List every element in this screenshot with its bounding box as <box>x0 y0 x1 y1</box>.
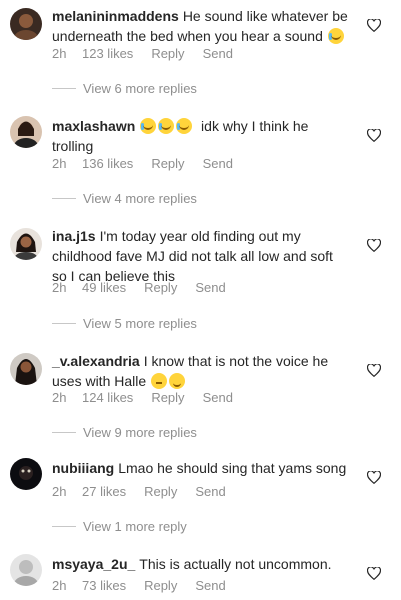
comment-text: nubiiiang Lmao he should sing that yams s… <box>52 458 348 478</box>
avatar[interactable] <box>10 353 42 385</box>
crying-laughing-emoji-icon <box>176 118 193 134</box>
send-button[interactable]: Send <box>195 484 225 499</box>
comment-text: melanininmaddens He sound like whatever b… <box>52 6 348 46</box>
send-button[interactable]: Send <box>203 156 233 171</box>
heart-icon[interactable] <box>367 239 381 252</box>
comment-likes[interactable]: 136 likes <box>82 156 133 171</box>
view-more-replies-label: View 9 more replies <box>83 425 197 440</box>
comment-time: 2h <box>52 484 67 499</box>
view-more-replies-label: View 5 more replies <box>83 316 197 331</box>
comment-meta: 2h 49 likes Reply Send <box>52 280 226 295</box>
comment-time: 2h <box>52 46 67 61</box>
avatar[interactable] <box>10 228 42 260</box>
comment-text: msyaya_2u_ This is actually not uncommon. <box>52 554 348 574</box>
comment-username[interactable]: ina.j1s <box>52 228 96 244</box>
divider <box>52 526 76 527</box>
comment-likes[interactable]: 49 likes <box>82 280 126 295</box>
send-button[interactable]: Send <box>203 46 233 61</box>
crying-laughing-emoji-icon <box>140 118 157 134</box>
comment-username[interactable]: msyaya_2u_ <box>52 556 135 572</box>
view-more-replies-button[interactable]: View 1 more reply <box>52 519 187 534</box>
divider <box>52 432 76 433</box>
send-button[interactable]: Send <box>195 578 225 593</box>
comment-meta: 2h 123 likes Reply Send <box>52 46 233 61</box>
avatar[interactable] <box>10 116 42 148</box>
view-more-replies-label: View 1 more reply <box>83 519 187 534</box>
comment-likes[interactable]: 73 likes <box>82 578 126 593</box>
comment-meta: 2h 124 likes Reply Send <box>52 390 233 405</box>
avatar[interactable] <box>10 458 42 490</box>
heart-icon[interactable] <box>367 364 381 377</box>
comment-body: Lmao he should sing that yams song <box>118 460 347 476</box>
comment-meta: 2h 136 likes Reply Send <box>52 156 233 171</box>
comment-body: This is actually not uncommon. <box>139 556 332 572</box>
comment-time: 2h <box>52 390 67 405</box>
view-more-replies-label: View 4 more replies <box>83 191 197 206</box>
comment-username[interactable]: _v.alexandria <box>52 353 140 369</box>
reply-button[interactable]: Reply <box>151 390 184 405</box>
view-more-replies-button[interactable]: View 9 more replies <box>52 425 197 440</box>
comment-meta: 2h 27 likes Reply Send <box>52 484 226 499</box>
comment-username[interactable]: maxlashawn <box>52 118 135 134</box>
comment-text: _v.alexandria I know that is not the voic… <box>52 351 348 391</box>
zany-emoji-icon <box>169 373 186 389</box>
comment-time: 2h <box>52 280 67 295</box>
heart-icon[interactable] <box>367 129 381 142</box>
view-more-replies-button[interactable]: View 5 more replies <box>52 316 197 331</box>
divider <box>52 323 76 324</box>
comment-likes[interactable]: 123 likes <box>82 46 133 61</box>
view-more-replies-button[interactable]: View 4 more replies <box>52 191 197 206</box>
avatar[interactable] <box>10 554 42 586</box>
reply-button[interactable]: Reply <box>151 156 184 171</box>
divider <box>52 198 76 199</box>
comment-likes[interactable]: 124 likes <box>82 390 133 405</box>
comment-username[interactable]: nubiiiang <box>52 460 114 476</box>
comment-likes[interactable]: 27 likes <box>82 484 126 499</box>
send-button[interactable]: Send <box>195 280 225 295</box>
view-more-replies-label: View 6 more replies <box>83 81 197 96</box>
comment-username[interactable]: melanininmaddens <box>52 8 179 24</box>
reply-button[interactable]: Reply <box>144 280 177 295</box>
send-button[interactable]: Send <box>203 390 233 405</box>
reply-button[interactable]: Reply <box>144 484 177 499</box>
comment-meta: 2h 73 likes Reply Send <box>52 578 226 593</box>
divider <box>52 88 76 89</box>
comment-time: 2h <box>52 156 67 171</box>
comment-text: maxlashawn idk why I think he trolling <box>52 116 348 156</box>
avatar[interactable] <box>10 8 42 40</box>
reply-button[interactable]: Reply <box>151 46 184 61</box>
heart-icon[interactable] <box>367 471 381 484</box>
heart-icon[interactable] <box>367 19 381 32</box>
crying-laughing-emoji-icon <box>158 118 175 134</box>
heart-icon[interactable] <box>367 567 381 580</box>
flushed-emoji-icon <box>151 373 168 389</box>
view-more-replies-button[interactable]: View 6 more replies <box>52 81 197 96</box>
comment-text: ina.j1s I'm today year old finding out my… <box>52 226 348 286</box>
crying-laughing-emoji-icon <box>327 28 344 44</box>
reply-button[interactable]: Reply <box>144 578 177 593</box>
comment-time: 2h <box>52 578 67 593</box>
